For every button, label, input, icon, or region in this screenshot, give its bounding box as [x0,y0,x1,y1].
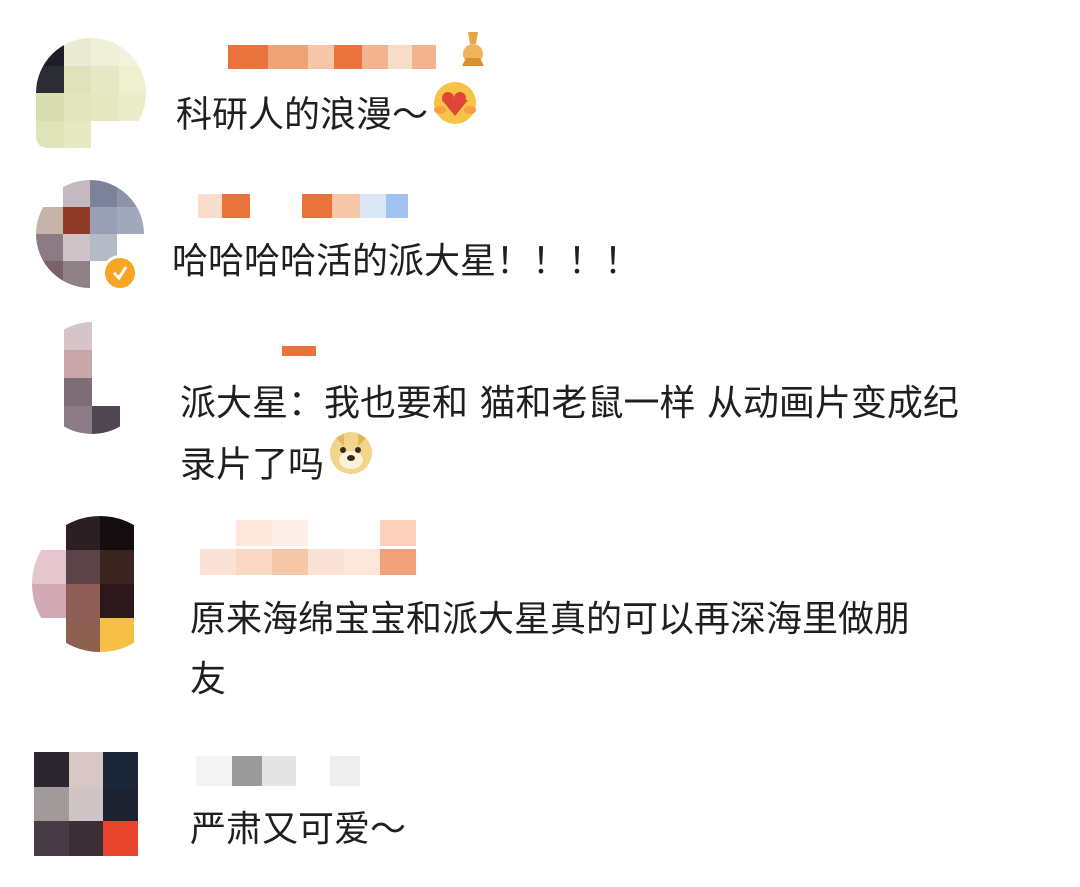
heart-hug-emoji-icon [432,80,478,145]
username-blurred[interactable] [198,194,408,218]
comment-text: 科研人的浪漫～ [176,82,478,149]
username-blurred[interactable] [200,520,480,578]
avatar[interactable] [32,516,168,652]
avatar[interactable] [34,752,138,856]
avatar[interactable] [36,38,146,148]
username-blurred[interactable] [282,346,316,356]
comment-text: 哈哈哈哈活的派大星！！！！ [172,241,641,282]
medal-icon [462,32,484,66]
comment-text: 严肃又可爱～ [190,809,407,850]
comment-text: 派大星：我也要和 猫和老鼠一样 从动画片变成纪 录片了吗 [180,374,1060,499]
doge-emoji-icon [328,430,374,495]
username-blurred[interactable] [228,45,436,69]
avatar[interactable] [36,322,148,434]
comment-text: 原来海绵宝宝和派大星真的可以再深海里做朋友 [190,599,911,700]
verified-badge-icon [102,255,138,291]
username-blurred[interactable] [196,756,360,786]
